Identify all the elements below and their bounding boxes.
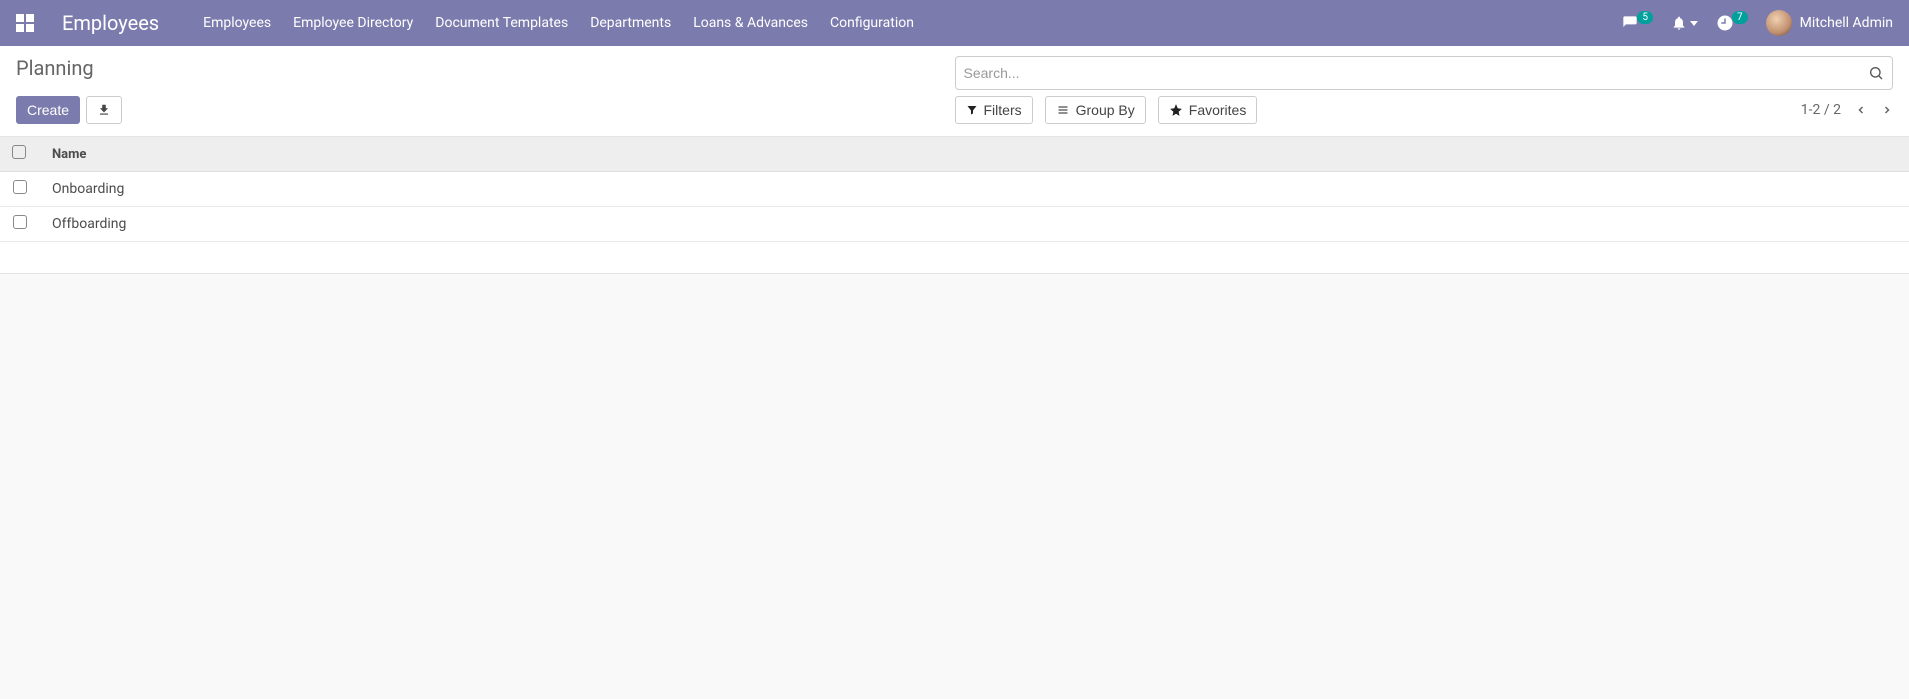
list-icon: [1056, 104, 1070, 116]
messages-icon[interactable]: 5: [1621, 15, 1653, 31]
export-button[interactable]: [86, 96, 122, 124]
navbar-right: 5 7 Mitchell Admin: [1621, 10, 1893, 36]
pager-next[interactable]: [1881, 102, 1893, 118]
activities-badge: 7: [1732, 11, 1748, 24]
search-input[interactable]: [964, 65, 1869, 81]
table-row[interactable]: Onboarding: [0, 172, 1909, 207]
search-container: [955, 56, 1894, 90]
row-checkbox[interactable]: [13, 180, 27, 194]
nav-item-configuration[interactable]: Configuration: [830, 15, 914, 31]
filters-label: Filters: [984, 102, 1022, 118]
nav-item-employee-directory[interactable]: Employee Directory: [293, 15, 413, 31]
nav-item-employees[interactable]: Employees: [203, 15, 271, 31]
nav-item-document-templates[interactable]: Document Templates: [435, 15, 568, 31]
column-header-name[interactable]: Name: [40, 137, 1909, 172]
avatar: [1766, 10, 1792, 36]
table-header-row: Name: [0, 137, 1909, 172]
user-name: Mitchell Admin: [1800, 15, 1893, 31]
nav-menu: Employees Employee Directory Document Te…: [203, 15, 914, 31]
pager-text: 1-2 / 2: [1801, 102, 1841, 118]
control-panel: Planning Create Filters: [0, 46, 1909, 137]
row-checkbox[interactable]: [13, 215, 27, 229]
nav-item-loans-advances[interactable]: Loans & Advances: [693, 15, 808, 31]
favorites-button[interactable]: Favorites: [1158, 96, 1258, 124]
list-view: Name Onboarding Offboarding: [0, 137, 1909, 274]
chevron-down-icon: [1690, 21, 1698, 26]
favorites-label: Favorites: [1189, 102, 1247, 118]
breadcrumb: Planning: [16, 56, 955, 80]
apps-icon[interactable]: [16, 14, 34, 32]
create-button[interactable]: Create: [16, 96, 80, 124]
activities-icon[interactable]: 7: [1716, 14, 1748, 32]
filters-button[interactable]: Filters: [955, 96, 1033, 124]
navbar: Employees Employees Employee Directory D…: [0, 0, 1909, 46]
pager: 1-2 / 2: [1801, 102, 1893, 118]
groupby-button[interactable]: Group By: [1045, 96, 1146, 124]
chevron-left-icon: [1855, 102, 1867, 118]
star-icon: [1169, 103, 1183, 117]
messages-badge: 5: [1637, 11, 1653, 24]
user-menu[interactable]: Mitchell Admin: [1766, 10, 1893, 36]
search-icon[interactable]: [1868, 65, 1884, 81]
pager-prev[interactable]: [1855, 102, 1867, 118]
chevron-right-icon: [1881, 102, 1893, 118]
navbar-left: Employees Employees Employee Directory D…: [16, 11, 914, 35]
cell-name: Onboarding: [40, 172, 1909, 207]
select-all-checkbox[interactable]: [12, 145, 26, 159]
download-icon: [97, 103, 111, 117]
brand-title[interactable]: Employees: [62, 11, 159, 35]
groupby-label: Group By: [1076, 102, 1135, 118]
cell-name: Offboarding: [40, 207, 1909, 242]
nav-item-departments[interactable]: Departments: [590, 15, 671, 31]
filter-icon: [966, 104, 978, 116]
notifications-icon[interactable]: [1671, 14, 1698, 32]
table-row[interactable]: Offboarding: [0, 207, 1909, 242]
table-footer-spacer: [0, 242, 1909, 274]
